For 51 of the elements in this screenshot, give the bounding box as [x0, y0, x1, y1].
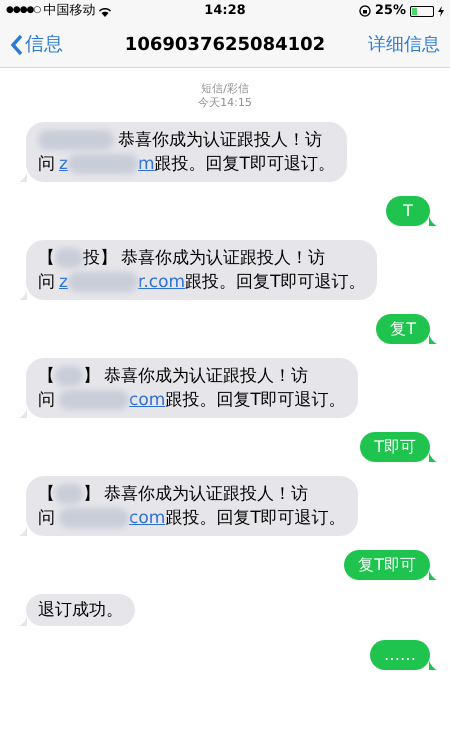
message-link[interactable]: com — [129, 388, 166, 412]
message-text: 复T — [390, 319, 416, 338]
message-text: 问 — [38, 389, 55, 412]
message-text: 跟投。回复T即可退订。 — [165, 389, 346, 412]
message-text: 跟投。回复T即可退订。 — [185, 271, 366, 294]
status-time: 14:28 — [204, 2, 246, 20]
sender-tag: 【 — [38, 482, 55, 506]
message-text: T — [403, 201, 413, 220]
message-text: 复T即可 — [358, 555, 416, 574]
message-text: 跟投。回复T即可退订。 — [154, 153, 335, 176]
service-label: 短信/彩信 — [201, 82, 249, 96]
redaction-blur — [59, 390, 129, 410]
sender-tag: 投】 — [83, 246, 117, 270]
message-text: 恭喜你成为认证跟投人！访 — [104, 365, 308, 388]
back-chevron-icon — [10, 34, 23, 56]
message-link[interactable]: z — [59, 270, 68, 294]
message-text: T即可 — [374, 437, 416, 456]
message-text: 恭喜你成为认证跟投人！访 — [104, 483, 308, 506]
sender-tag: 【 — [38, 364, 55, 388]
message-link[interactable]: r.com — [138, 270, 186, 294]
message-link[interactable]: z — [59, 152, 68, 176]
carrier-name: 中国移动 — [43, 2, 96, 20]
message-text: 恭喜你成为认证跟投人！访 — [121, 247, 325, 270]
redaction-blur — [55, 366, 83, 386]
message-text: 问 — [38, 507, 55, 530]
message-text: 跟投。回复T即可退订。 — [165, 507, 346, 530]
message-link[interactable]: com — [129, 506, 166, 530]
rotation-lock-icon — [358, 5, 371, 17]
back-button[interactable]: 信息 — [10, 30, 120, 59]
message-text: …… — [384, 645, 416, 664]
redaction-blur — [55, 248, 83, 268]
redaction-blur — [68, 272, 138, 292]
message-text: 问 — [38, 271, 55, 294]
signal-dots: ●●●●○ — [6, 4, 40, 18]
redaction-blur — [59, 508, 129, 528]
redaction-blur — [55, 484, 83, 504]
wifi-icon — [98, 6, 112, 16]
sender-tag: 】 — [83, 482, 100, 506]
message-text: 问 — [38, 153, 55, 176]
battery-icon — [410, 6, 434, 16]
message-text: 恭喜你成为认证跟投人！访 — [118, 129, 322, 152]
sender-tag: 【 — [38, 246, 55, 270]
charging-icon — [438, 6, 444, 16]
message-text: 退订成功。 — [38, 600, 123, 620]
details-button[interactable]: 详细信息 — [330, 31, 440, 58]
sender-tag: 】 — [83, 364, 100, 388]
message-link[interactable]: m — [138, 152, 154, 176]
contact-number: 1069037625084102 — [124, 33, 326, 57]
battery-percent: 25% — [374, 2, 406, 20]
message-timestamp: 今天14:15 — [198, 96, 252, 110]
redaction-blur — [68, 154, 138, 174]
